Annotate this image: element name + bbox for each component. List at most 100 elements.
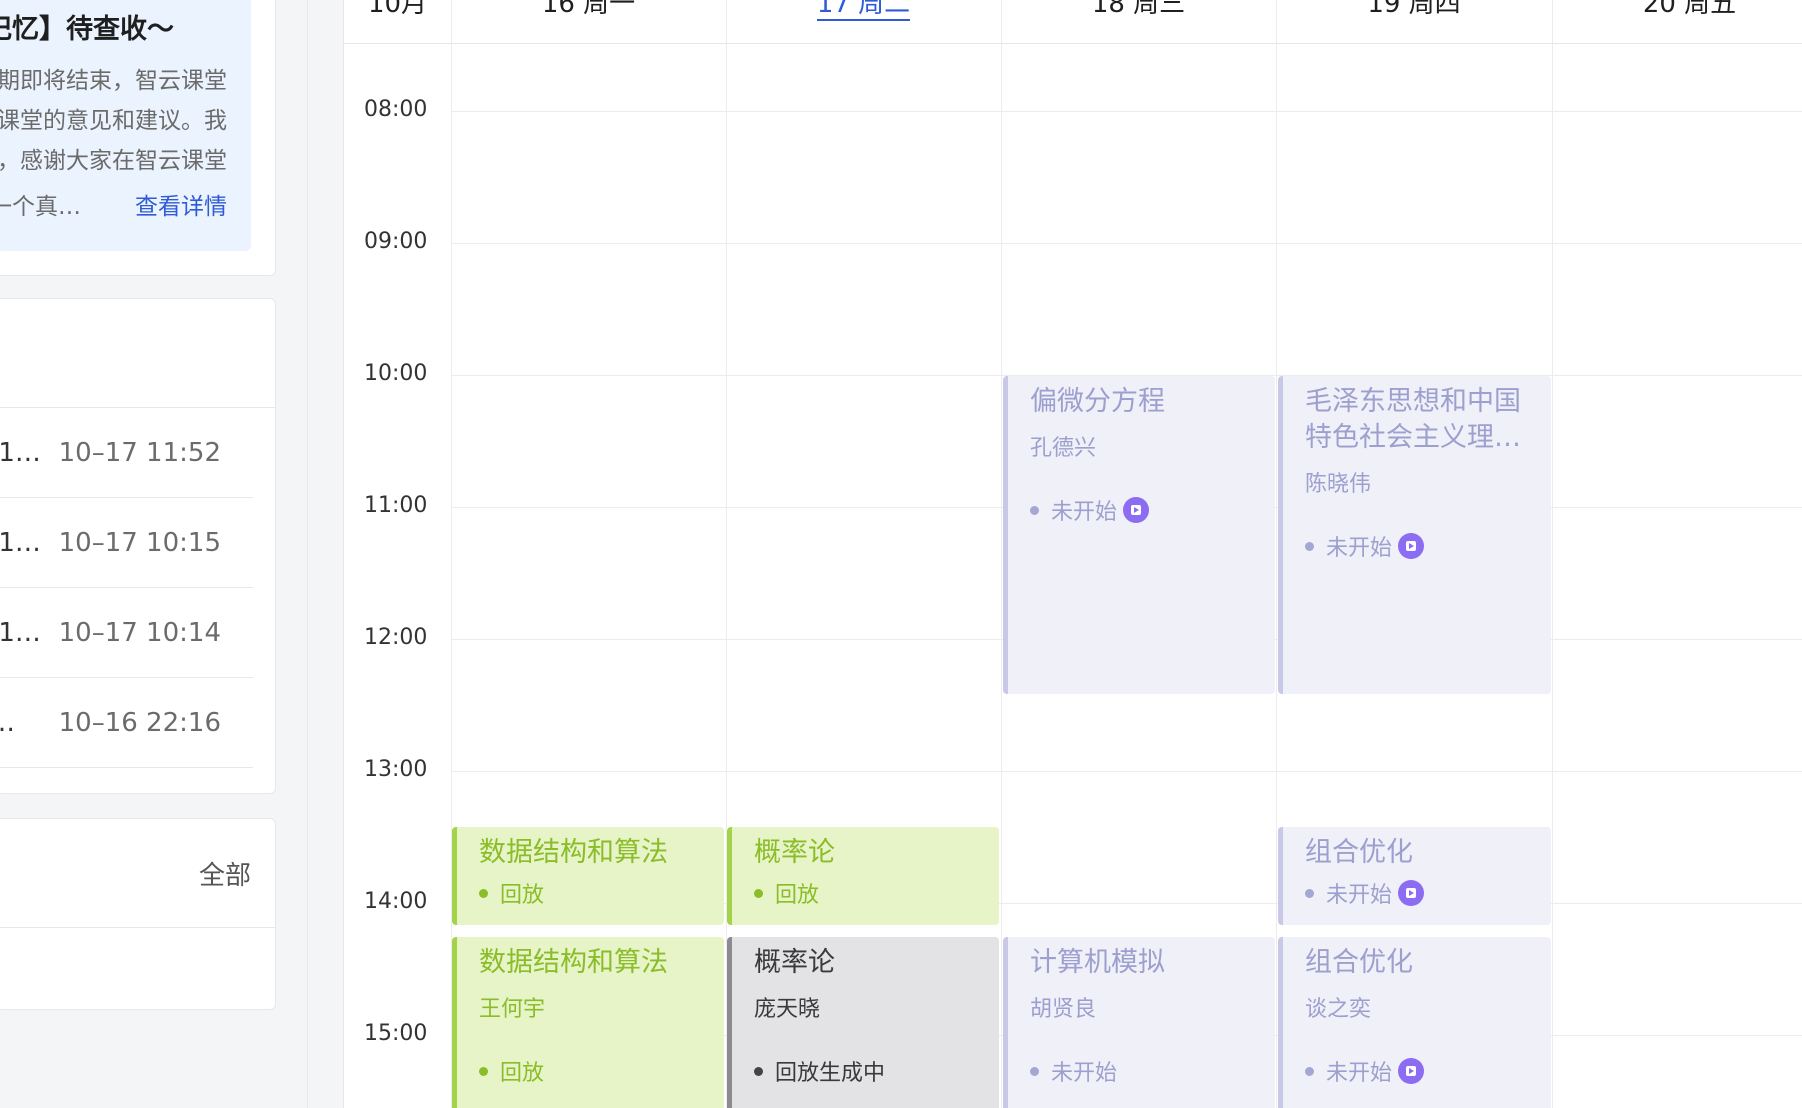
- notice-title: 记忆】待查收～: [0, 14, 174, 45]
- list-item-title: -1…: [0, 438, 41, 468]
- day-label: 16 周一: [541, 0, 636, 19]
- event-teacher: 孔德兴: [1030, 436, 1097, 461]
- event-teacher: 庞天晓: [754, 997, 821, 1022]
- event-title: 偏微分方程: [1030, 386, 1165, 417]
- day-header-fri[interactable]: 20 周五: [1552, 0, 1802, 44]
- notice-line: 期即将结束，智云课堂: [0, 68, 227, 94]
- live-icon: [1123, 497, 1150, 523]
- left-sidebar: 记忆】待查收～ 期即将结束，智云课堂 课堂的意见和建议。我 ，感谢大家在智云课堂…: [0, 0, 308, 1108]
- event-title: 组合优化: [1305, 947, 1413, 978]
- day-header-tue[interactable]: 17 周二: [726, 0, 1001, 44]
- list-item-title: -1…: [0, 618, 41, 648]
- course-event[interactable]: 组合优化 未开始: [1278, 827, 1551, 925]
- hour-line: [451, 243, 1802, 244]
- list-item-title: -1…: [0, 528, 41, 558]
- day-label: 18 周三: [1091, 0, 1186, 19]
- event-status: 回放: [479, 877, 544, 909]
- status-dot: [754, 1066, 763, 1076]
- status-dot: [1305, 541, 1314, 551]
- status-text: 未开始: [1326, 1061, 1393, 1086]
- live-icon: [1398, 1058, 1425, 1084]
- status-dot: [754, 888, 763, 898]
- event-status: 回放: [479, 1055, 544, 1087]
- day-label: 17 周二: [816, 0, 911, 21]
- list-item-time: 10–17 11:52: [58, 438, 221, 468]
- view-all-link[interactable]: 全部: [199, 855, 251, 892]
- event-title: 组合优化: [1305, 837, 1413, 868]
- event-status: 未开始: [1030, 1055, 1117, 1087]
- time-label: 11:00: [364, 493, 428, 518]
- time-label: 08:00: [364, 97, 428, 122]
- event-status: 回放生成中: [754, 1055, 885, 1087]
- list-item[interactable]: … 10–16 22:16: [0, 678, 253, 768]
- course-event[interactable]: 概率论 庞天晓 回放生成中: [727, 937, 999, 1108]
- status-dot: [479, 888, 488, 898]
- event-title: 数据结构和算法: [479, 837, 668, 868]
- status-text: 回放生成中: [775, 1061, 886, 1086]
- course-event[interactable]: 毛泽东思想和中国 特色社会主义理… 陈晓伟 未开始: [1278, 376, 1551, 694]
- column-divider: [1276, 0, 1277, 1108]
- list-item-time: 10–16 22:16: [58, 708, 221, 738]
- list-item[interactable]: -1… 10–17 10:14: [0, 588, 253, 678]
- course-event[interactable]: 偏微分方程 孔德兴 未开始: [1003, 376, 1275, 694]
- time-label: 13:00: [364, 757, 428, 782]
- status-dot: [1305, 1066, 1314, 1076]
- time-label: 09:00: [364, 229, 428, 254]
- event-status: 未开始: [1030, 494, 1150, 526]
- event-teacher: 王何宇: [479, 997, 546, 1022]
- day-header-wed[interactable]: 18 周三: [1001, 0, 1276, 44]
- status-text: 回放: [775, 883, 820, 908]
- list-item-time: 10–17 10:15: [58, 528, 221, 558]
- notice-banner[interactable]: 记忆】待查收～ 期即将结束，智云课堂 课堂的意见和建议。我 ，感谢大家在智云课堂…: [0, 0, 251, 251]
- day-header-thu[interactable]: 19 周四: [1276, 0, 1552, 44]
- event-teacher: 陈晓伟: [1305, 472, 1372, 497]
- day-label: 20 周五: [1642, 0, 1737, 19]
- course-event[interactable]: 数据结构和算法 回放: [452, 827, 724, 925]
- notice-line: ，感谢大家在智云课堂: [0, 148, 227, 174]
- course-event[interactable]: 计算机模拟 胡贤良 未开始: [1003, 937, 1275, 1108]
- event-status: 未开始: [1305, 530, 1425, 562]
- course-event[interactable]: 数据结构和算法 王何宇 回放: [452, 937, 724, 1108]
- event-status: 未开始: [1305, 877, 1425, 909]
- recent-list-card: -1… 10–17 11:52 -1… 10–17 10:15 -1… 10–1…: [0, 298, 276, 794]
- time-label: 15:00: [364, 1021, 428, 1046]
- event-teacher: 胡贤良: [1030, 997, 1097, 1022]
- calendar-header: 10月 16 周一 17 周二 18 周三 19 周四 20 周五: [344, 0, 1802, 44]
- status-text: 未开始: [1051, 500, 1118, 525]
- time-label: 10:00: [364, 361, 428, 386]
- course-event[interactable]: 概率论 回放: [727, 827, 999, 925]
- event-title: 毛泽东思想和中国 特色社会主义理…: [1305, 386, 1521, 453]
- live-icon: [1398, 880, 1425, 906]
- status-text: 未开始: [1326, 536, 1393, 561]
- hour-line: [451, 111, 1802, 112]
- list-item-title: …: [0, 708, 15, 738]
- list-item-time: 10–17 10:14: [58, 618, 221, 648]
- list-item[interactable]: -1… 10–17 10:15: [0, 498, 253, 588]
- hour-line: [451, 771, 1802, 772]
- time-label: 14:00: [364, 889, 428, 914]
- notice-card: 记忆】待查收～ 期即将结束，智云课堂 课堂的意见和建议。我 ，感谢大家在智云课堂…: [0, 0, 276, 276]
- day-header-mon[interactable]: 16 周一: [451, 0, 726, 44]
- notice-line: 课堂的意见和建议。我: [0, 108, 227, 134]
- notice-body: 期即将结束，智云课堂 课堂的意见和建议。我 ，感谢大家在智云课堂: [0, 61, 227, 181]
- event-title: 概率论: [754, 837, 835, 868]
- live-icon: [1398, 533, 1425, 559]
- event-title: 数据结构和算法: [479, 947, 668, 978]
- event-status: 未开始: [1305, 1055, 1425, 1087]
- status-dot: [1030, 505, 1039, 515]
- status-text: 未开始: [1051, 1061, 1118, 1086]
- day-label: 19 周四: [1367, 0, 1461, 19]
- month-label: 10月: [367, 0, 428, 19]
- course-event[interactable]: 组合优化 谈之奕 未开始: [1278, 937, 1551, 1108]
- event-title: 计算机模拟: [1030, 947, 1165, 978]
- status-text: 未开始: [1326, 883, 1393, 908]
- list-item[interactable]: -1… 10–17 11:52: [0, 408, 253, 498]
- column-divider: [1552, 0, 1553, 1108]
- status-dot: [1305, 888, 1314, 898]
- view-details-link[interactable]: 查看详情: [135, 187, 227, 221]
- status-text: 回放: [500, 883, 545, 908]
- divider: [0, 927, 275, 928]
- column-divider: [1001, 0, 1002, 1108]
- notice-line: 一个真…: [0, 194, 81, 220]
- event-teacher: 谈之奕: [1305, 997, 1372, 1022]
